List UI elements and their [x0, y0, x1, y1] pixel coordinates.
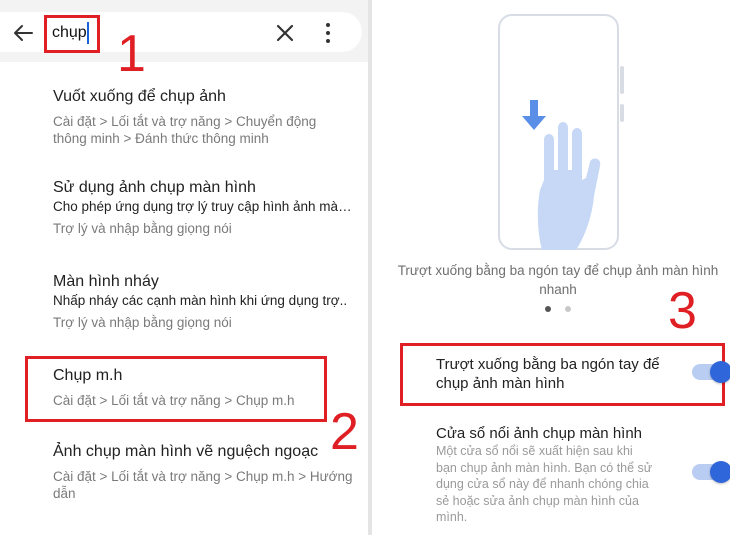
- result-title: Sử dụng ảnh chụp màn hình: [53, 179, 256, 196]
- phone-side-button: [620, 66, 624, 94]
- result-item[interactable]: Ảnh chụp màn hình vẽ nguệch ngoạc Cài đặ…: [53, 442, 353, 502]
- result-item[interactable]: Màn hình nháy Nhấp nháy các cạnh màn hìn…: [53, 272, 353, 331]
- description-line: Một cửa sổ nổi sẽ xuất hiện sau khi: [436, 444, 633, 458]
- result-title: Màn hình nháy: [53, 273, 159, 290]
- result-path: Trợ lý và nhập bằng giọng nói: [53, 221, 232, 236]
- result-item[interactable]: Vuốt xuống để chụp ảnh Cài đặt > Lối tắt…: [53, 87, 353, 147]
- page-indicator-active: [545, 306, 551, 312]
- result-path: Cài đặt > Lối tắt và trợ năng > Chụp m.h: [53, 393, 295, 408]
- option-title-line: Trượt xuống bằng ba ngón tay để: [436, 356, 660, 373]
- floating-window-option-description: Một cửa sổ nổi sẽ xuất hiện sau khi bạn …: [436, 443, 676, 526]
- option-title-line: chụp ảnh màn hình: [436, 375, 565, 392]
- toggle-knob: [710, 461, 730, 483]
- result-description: Nhấp nháy các cạnh màn hình khi ứng dụng…: [53, 293, 348, 308]
- result-path: Cài đặt > Lối tắt và trợ năng > Chuyển đ…: [53, 114, 317, 129]
- phone-side-button: [620, 104, 624, 122]
- description-line: mình.: [436, 510, 468, 524]
- clear-search-icon[interactable]: [276, 24, 294, 42]
- description-line: bạn chụp ảnh màn hình. Bạn có thể sử: [436, 460, 653, 475]
- three-finger-screenshot-toggle[interactable]: [692, 361, 730, 383]
- description-line: dụng cửa sổ này để nhanh chóng chia: [436, 477, 649, 491]
- result-description: Cho phép ứng dụng trợ lý truy cập hình ả…: [53, 199, 353, 214]
- swipe-down-arrow-icon: [522, 100, 546, 130]
- annotation-marker-1: 1: [117, 25, 146, 83]
- gesture-caption-line: Trượt xuống bằng ba ngón tay để chụp ảnh…: [397, 263, 719, 278]
- floating-window-option-title[interactable]: Cửa sổ nổi ảnh chụp màn hình: [436, 424, 642, 443]
- three-finger-screenshot-option[interactable]: Trượt xuống bằng ba ngón tay để chụp ảnh…: [436, 355, 660, 393]
- result-item-chup-mh[interactable]: Chụp m.h Cài đặt > Lối tắt và trợ năng >…: [53, 366, 353, 409]
- result-title: Ảnh chụp màn hình vẽ nguệch ngoạc: [53, 443, 319, 460]
- description-line: sẻ hoặc sửa ảnh chụp màn hình của: [436, 493, 639, 508]
- result-title: Chụp m.h: [53, 367, 123, 384]
- more-options-icon[interactable]: [322, 22, 334, 44]
- search-query-text: chụp: [52, 24, 87, 41]
- result-path: Cài đặt > Lối tắt và trợ năng > Chụp m.h…: [53, 469, 353, 484]
- result-item[interactable]: Sử dụng ảnh chụp màn hình Cho phép ứng d…: [53, 178, 353, 237]
- result-path-continued: thông minh > Đánh thức thông minh: [53, 131, 269, 146]
- page-indicator: [565, 306, 571, 312]
- text-cursor: [87, 22, 89, 44]
- toggle-knob: [710, 361, 730, 383]
- annotation-marker-3: 3: [668, 282, 697, 340]
- result-path-continued: dẫn: [53, 486, 76, 501]
- back-arrow-icon[interactable]: [12, 22, 34, 44]
- floating-window-toggle[interactable]: [692, 461, 730, 483]
- result-path: Trợ lý và nhập bằng giọng nói: [53, 315, 232, 330]
- result-title: Vuốt xuống để chụp ảnh: [53, 88, 226, 105]
